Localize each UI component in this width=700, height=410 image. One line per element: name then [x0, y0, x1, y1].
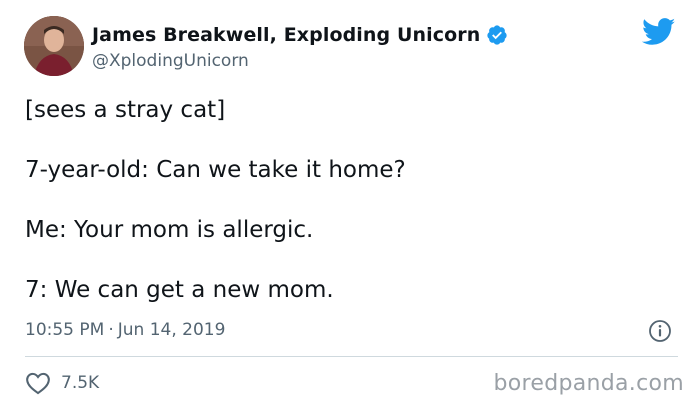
info-icon[interactable]: [648, 319, 672, 343]
divider: [25, 356, 678, 357]
tweet-text: [sees a stray cat] 7-year-old: Can we ta…: [25, 93, 665, 333]
like-button[interactable]: 7.5K: [25, 371, 99, 395]
author-name-row: James Breakwell, Exploding Unicorn: [92, 24, 508, 46]
meta-separator: ·: [108, 320, 114, 340]
tweet-line: Me: Your mom is allergic.: [25, 217, 314, 243]
tweet-date: Jun 14, 2019: [117, 320, 226, 340]
author-handle[interactable]: @XplodingUnicorn: [92, 50, 249, 72]
tweet-timestamp[interactable]: 10:55 PM · Jun 14, 2019: [25, 319, 225, 341]
avatar[interactable]: [24, 16, 84, 76]
author-display-name[interactable]: James Breakwell, Exploding Unicorn: [92, 24, 480, 46]
tweet-line: 7-year-old: Can we take it home?: [25, 157, 406, 183]
tweet-card: James Breakwell, Exploding Unicorn @Xplo…: [0, 0, 700, 410]
tweet-time: 10:55 PM: [25, 320, 105, 340]
like-count: 7.5K: [61, 373, 100, 393]
watermark: boredpanda.com: [493, 371, 684, 396]
avatar-image: [24, 16, 84, 76]
heart-icon: [26, 372, 50, 395]
twitter-bird-icon[interactable]: [642, 18, 676, 46]
tweet-line: [sees a stray cat]: [25, 97, 226, 123]
tweet-line: 7: We can get a new mom.: [25, 277, 334, 303]
verified-badge-icon: [487, 25, 507, 45]
